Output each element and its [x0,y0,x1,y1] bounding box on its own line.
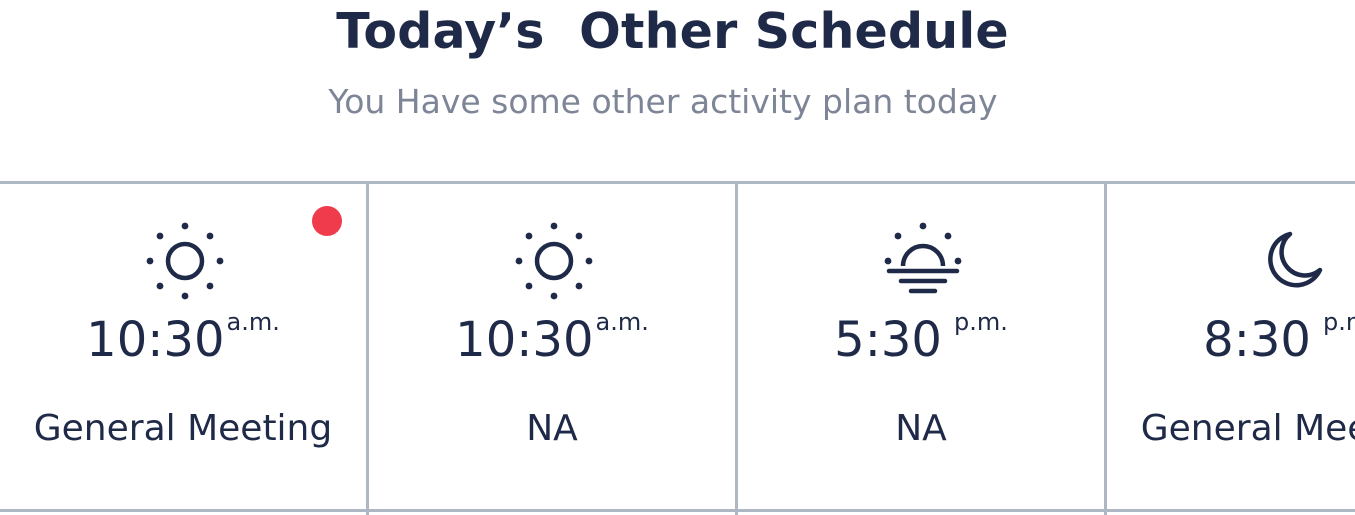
time-value: 5:30 [834,312,942,368]
schedule-time: 8:30 p.m. [1107,310,1355,370]
schedule-label: General Meeting [1140,408,1355,449]
schedule-time: 5:30 p.m. [738,310,1104,370]
schedule-card[interactable]: 8:30 p.m. General Meeting [1107,184,1355,512]
notification-dot [312,206,342,236]
schedule-time: 10:30a.m. [0,310,366,370]
schedule-card[interactable]: 10:30a.m. General Meeting [0,184,366,512]
schedule-label: NA [526,408,578,449]
time-period: p.m. [1322,308,1355,336]
sun-icon [143,218,227,302]
schedule-row: 10:30a.m. General Meeting 10:30a.m. NA 5… [0,181,1355,515]
sunset-icon [881,218,965,302]
schedule-card[interactable]: 5:30 p.m. NA [738,184,1104,512]
time-period: a.m. [226,308,280,336]
time-value: 10:30 [455,312,594,368]
time-value: 8:30 [1203,312,1311,368]
page-title: Today’s Other Schedule [336,3,1009,60]
schedule-time: 10:30a.m. [369,310,735,370]
moon-icon [1250,218,1334,302]
schedule-card[interactable]: 10:30a.m. NA [369,184,735,512]
time-period: a.m. [595,308,649,336]
time-period: p.m. [953,308,1008,336]
page-subtitle: You Have some other activity plan today [328,82,998,121]
sun-icon [512,218,596,302]
time-value: 10:30 [86,312,225,368]
schedule-label: NA [895,408,947,449]
schedule-label: General Meeting [33,408,333,449]
